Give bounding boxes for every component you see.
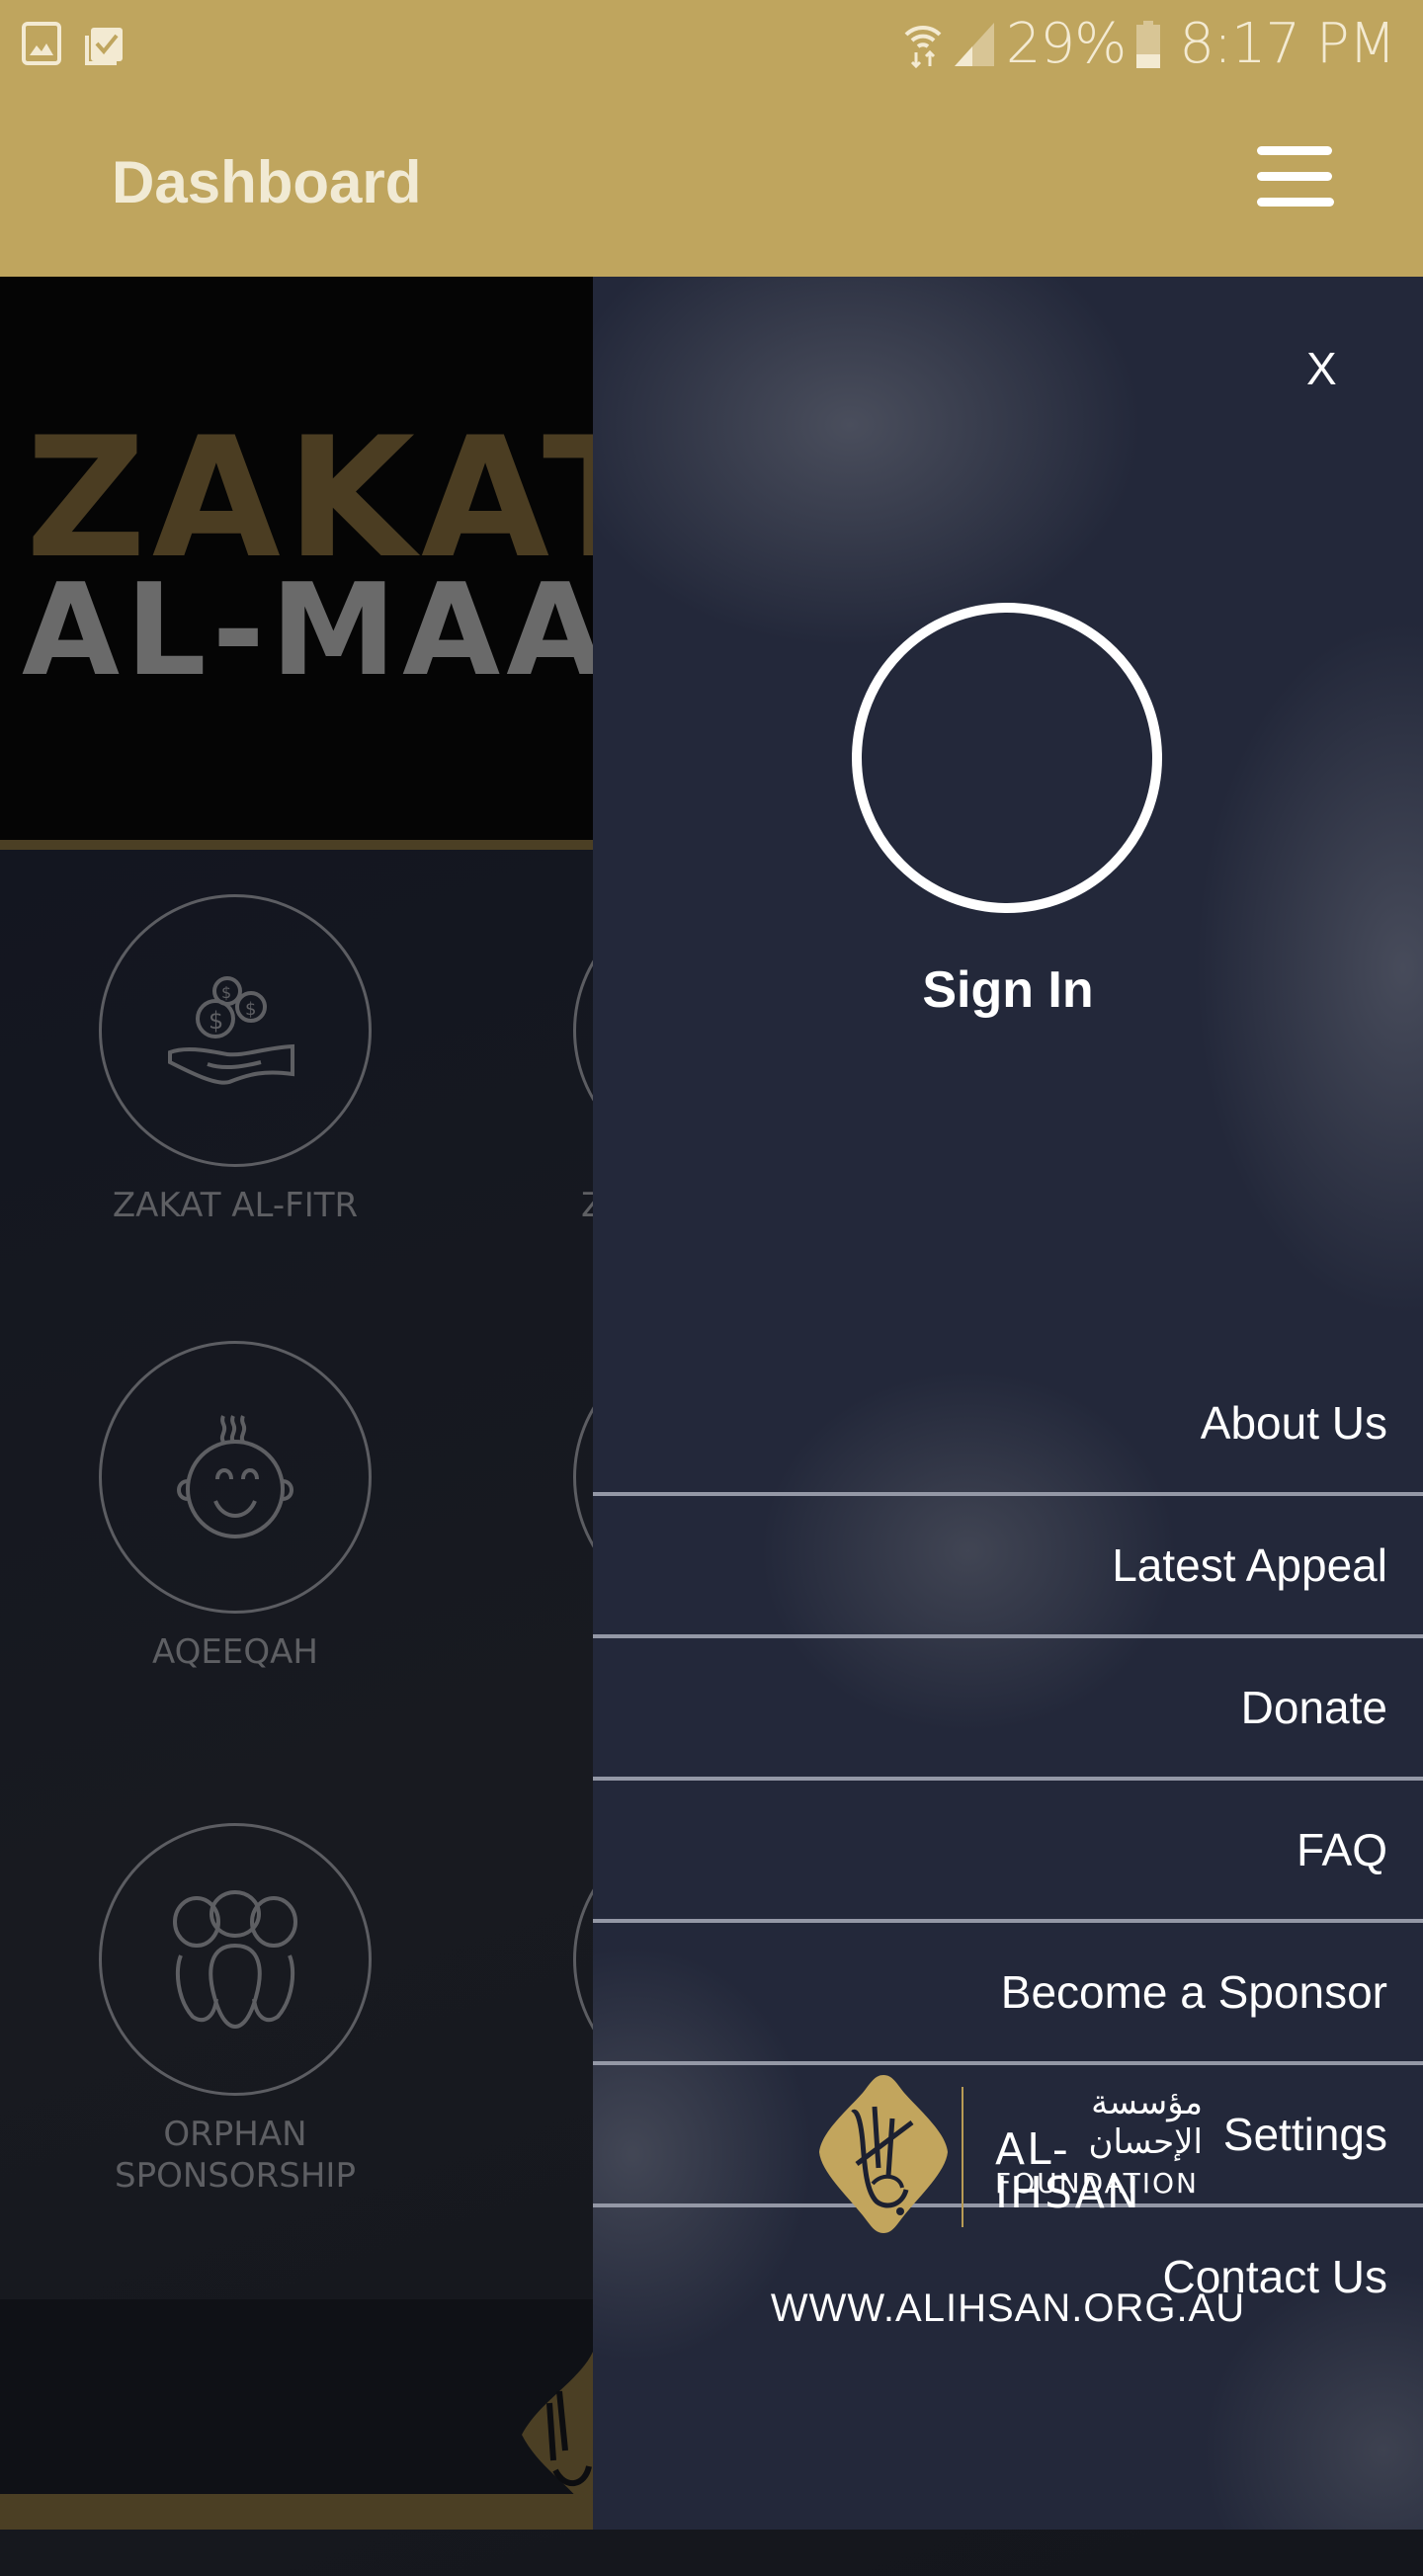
hand-coins-icon: $ $ $	[168, 976, 294, 1085]
tile-label-line1: ORPHAN	[163, 2115, 307, 2154]
battery-icon	[1136, 20, 1161, 68]
avatar[interactable]	[852, 603, 1162, 913]
logo-divider	[962, 2087, 963, 2227]
banner-title-line1: ZAKAT	[26, 401, 662, 595]
tile-orphan-sponsorship[interactable]: ORPHAN SPONSORSHIP	[97, 1823, 374, 2197]
svg-text:$: $	[221, 983, 231, 1002]
hamburger-icon-bar	[1257, 172, 1332, 181]
baby-face-icon	[177, 1415, 293, 1538]
sign-in-button[interactable]: Sign In	[593, 960, 1423, 1020]
clock: 8:17 PM	[1179, 12, 1396, 76]
tile-ring: $ $ $	[99, 894, 372, 1167]
website-link[interactable]: WWW.ALIHSAN.ORG.AU	[593, 2286, 1423, 2331]
page-title: Dashboard	[112, 149, 422, 215]
hamburger-icon-bar	[1257, 198, 1334, 207]
al-ihsan-emblem-icon	[819, 2075, 948, 2233]
hamburger-icon	[1257, 146, 1332, 155]
tile-zakat-al-fitr[interactable]: $ $ $ ZAKAT AL-FITR	[97, 894, 374, 1226]
tile-label-line2: SPONSORSHIP	[115, 2156, 356, 2196]
tile-ring	[99, 1341, 372, 1614]
group-people-icon	[173, 1890, 297, 2029]
logo-subtitle: FOUNDATION	[995, 2167, 1199, 2200]
navigation-drawer: X Sign In About Us Latest Appeal Donate …	[593, 277, 1423, 2530]
battery-percent: 29%	[1005, 12, 1127, 76]
tile-aqeeqah[interactable]: AQEEQAH	[97, 1341, 374, 1673]
menu-item-about-us[interactable]: About Us	[593, 1354, 1423, 1492]
gallery-icon	[22, 22, 61, 65]
tile-label: ORPHAN SPONSORSHIP	[97, 2114, 374, 2197]
menu-item-latest-appeal[interactable]: Latest Appeal	[593, 1496, 1423, 1634]
tile-ring	[99, 1823, 372, 2096]
wifi-icon	[904, 25, 942, 68]
tile-label: AQEEQAH	[152, 1632, 318, 1672]
menu-item-donate[interactable]: Donate	[593, 1638, 1423, 1777]
close-drawer-button[interactable]: X	[1306, 342, 1337, 395]
status-bar: 29% 8:17 PM	[0, 0, 1423, 87]
clipboard-check-icon	[85, 28, 123, 65]
al-ihsan-logo: مؤسسة الإحسان AL-IHSAN FOUNDATION	[817, 2073, 1213, 2233]
app-bar: Dashboard	[0, 87, 1423, 277]
svg-text:$: $	[245, 999, 256, 1020]
menu-item-become-a-sponsor[interactable]: Become a Sponsor	[593, 1923, 1423, 2061]
menu-button[interactable]	[1257, 146, 1334, 208]
menu-item-faq[interactable]: FAQ	[593, 1781, 1423, 1919]
signal-icon	[954, 22, 994, 66]
svg-text:$: $	[209, 1007, 223, 1035]
tile-label: ZAKAT AL-FITR	[112, 1186, 359, 1225]
